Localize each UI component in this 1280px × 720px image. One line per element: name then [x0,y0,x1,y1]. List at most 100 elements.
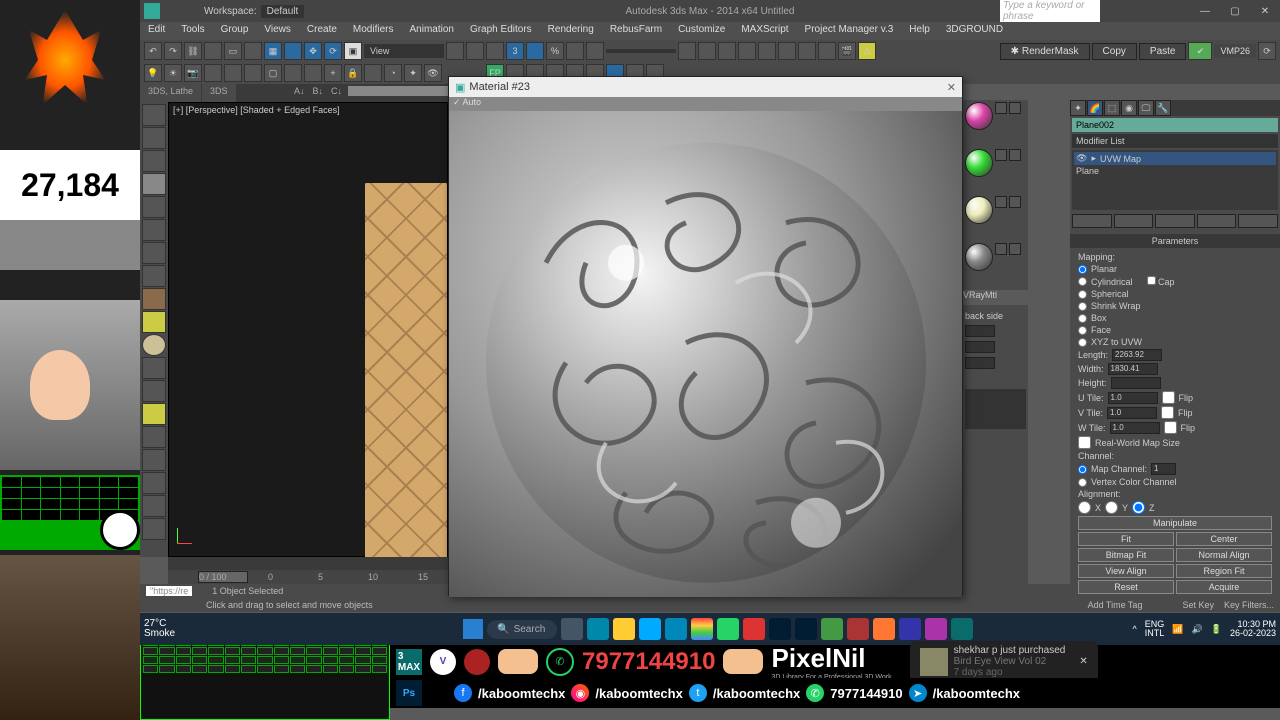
remove-modifier-button[interactable] [1197,214,1237,228]
menu-rebusfarm[interactable]: RebusFarm [602,22,670,40]
sample-tool-3[interactable] [995,149,1007,161]
parameters-rollout-title[interactable]: Parameters [1070,234,1280,248]
mapping-shrinkwrap-radio[interactable] [1078,302,1087,311]
sample-tool-1[interactable] [995,102,1007,114]
motion-tab[interactable]: ◉ [1121,100,1137,116]
bitmap-fit-button[interactable]: Bitmap Fit [1078,548,1174,562]
time-tag-button[interactable]: Add Time Tag [1088,600,1143,610]
menu-create[interactable]: Create [299,22,345,40]
mapping-face-radio[interactable] [1078,326,1087,335]
hierarchy-tab[interactable]: ⬚ [1104,100,1120,116]
3dsmax-taskbar-icon[interactable] [951,618,973,640]
map-channel-radio[interactable] [1078,465,1087,474]
vmp-button[interactable]: VMP26 [1214,44,1256,58]
select-button[interactable]: ▭ [224,42,242,60]
opera-icon[interactable] [847,618,869,640]
manipulate-button[interactable] [466,42,484,60]
mapping-cylindrical-radio[interactable] [1078,277,1087,286]
check-button[interactable]: ✔ [1188,42,1212,60]
sample-slot-2[interactable] [965,149,993,177]
script-input[interactable]: "https://re [146,586,192,596]
vtool-13[interactable] [142,380,166,402]
auto-checkbox[interactable]: ✓ Auto [453,97,481,111]
angle-snap-button[interactable] [526,42,544,60]
map-swatch[interactable] [965,389,1026,429]
app-icon[interactable] [144,3,160,19]
notepadpp-icon[interactable] [821,618,843,640]
vtool-9[interactable] [142,288,166,310]
help-search-input[interactable]: Type a keyword or phrase [1000,0,1100,23]
toolbar-letter-b[interactable]: B↓ [308,84,327,102]
wflip-checkbox[interactable] [1164,421,1177,434]
menu-rendering[interactable]: Rendering [540,22,602,40]
menu-3dground[interactable]: 3DGROUND [938,22,1011,40]
weather-widget[interactable]: 27°CSmoke [144,619,175,639]
menu-help[interactable]: Help [901,22,938,40]
stack-plane[interactable]: Plane [1074,165,1276,177]
mat-spinner-1[interactable] [965,325,995,337]
manipulate-button[interactable]: Manipulate [1078,516,1272,530]
sample-slot-1[interactable] [965,102,993,130]
volume-icon[interactable]: 🔊 [1192,624,1203,635]
photoshop-taskbar-icon[interactable] [769,618,791,640]
vtool-12[interactable] [142,357,166,379]
workspace-dropdown[interactable]: Default [261,5,305,18]
material-preview-window[interactable]: ▣ Material #23 ✕ ✓ Auto Update [448,76,963,596]
vtool-5[interactable] [142,196,166,218]
sample-slot-3[interactable] [965,196,993,224]
dome-icon[interactable] [204,64,222,82]
mapping-xyz-radio[interactable] [1078,338,1087,347]
taskbar-app-12[interactable] [899,618,921,640]
acquire-button[interactable]: Acquire [1176,580,1272,594]
modifier-list-dropdown[interactable]: Modifier List [1072,134,1278,148]
align-z-radio[interactable] [1132,501,1145,514]
minimize-button[interactable]: — [1190,0,1220,22]
vtool-18[interactable] [142,495,166,517]
sample-tool-2[interactable] [1009,102,1021,114]
portal-icon[interactable] [244,64,262,82]
sample-tool-4[interactable] [1009,149,1021,161]
display-tab[interactable]: 🖵 [1138,100,1154,116]
arc-icon[interactable]: ◔ [384,64,402,82]
width-spinner[interactable]: 1830.41 [1108,363,1158,375]
redo-button[interactable]: ↷ [164,42,182,60]
toolbar-letter-a[interactable]: A↓ [290,84,309,102]
render-setup-button[interactable] [798,42,816,60]
vtool-15[interactable] [142,426,166,448]
make-unique-button[interactable] [1155,214,1195,228]
reset-button[interactable]: Reset [1078,580,1174,594]
material-editor-button[interactable] [778,42,796,60]
vtool-2[interactable] [142,127,166,149]
menu-project-manager[interactable]: Project Manager v.3 [797,22,902,40]
menu-edit[interactable]: Edit [140,22,173,40]
sample-tool-5[interactable] [995,196,1007,208]
layer-button[interactable] [718,42,736,60]
material-window-close-button[interactable]: ✕ [947,81,956,94]
facebook-icon[interactable]: f [454,684,472,702]
align-y-radio[interactable] [1105,501,1118,514]
cap-checkbox[interactable] [1147,276,1156,285]
material-type-label[interactable]: VRayMtl [963,290,997,300]
viewport-label[interactable]: [+] [Perspective] [Shaded + Edged Faces] [173,105,340,115]
vtool-11[interactable] [142,334,166,356]
eye-icon[interactable]: 👁 [424,64,442,82]
fit-button[interactable]: Fit [1078,532,1174,546]
update-button[interactable]: Update [493,97,522,111]
modifier-stack[interactable]: 👁▸UVW Map Plane [1072,150,1278,210]
toggle-icon[interactable] [364,64,382,82]
clock[interactable]: 10:30 PM26-02-2023 [1230,620,1276,638]
window-crossing-button[interactable] [284,42,302,60]
vtool-8[interactable] [142,265,166,287]
slider-control[interactable] [348,86,448,96]
setkey-label[interactable]: Set Key [1182,600,1214,610]
whatsapp-icon[interactable] [717,618,739,640]
wifi-icon[interactable]: 📶 [1172,624,1183,635]
height-spinner[interactable] [1111,377,1161,389]
material-window-titlebar[interactable]: ▣ Material #23 ✕ [449,77,962,97]
instagram-icon[interactable]: ◉ [571,684,589,702]
menu-views[interactable]: Views [256,22,299,40]
viewport-scrollbar[interactable] [168,557,448,571]
brave-icon[interactable] [743,618,765,640]
copy-button[interactable]: Copy [1092,43,1137,60]
normal-align-button[interactable]: Normal Align [1176,548,1272,562]
